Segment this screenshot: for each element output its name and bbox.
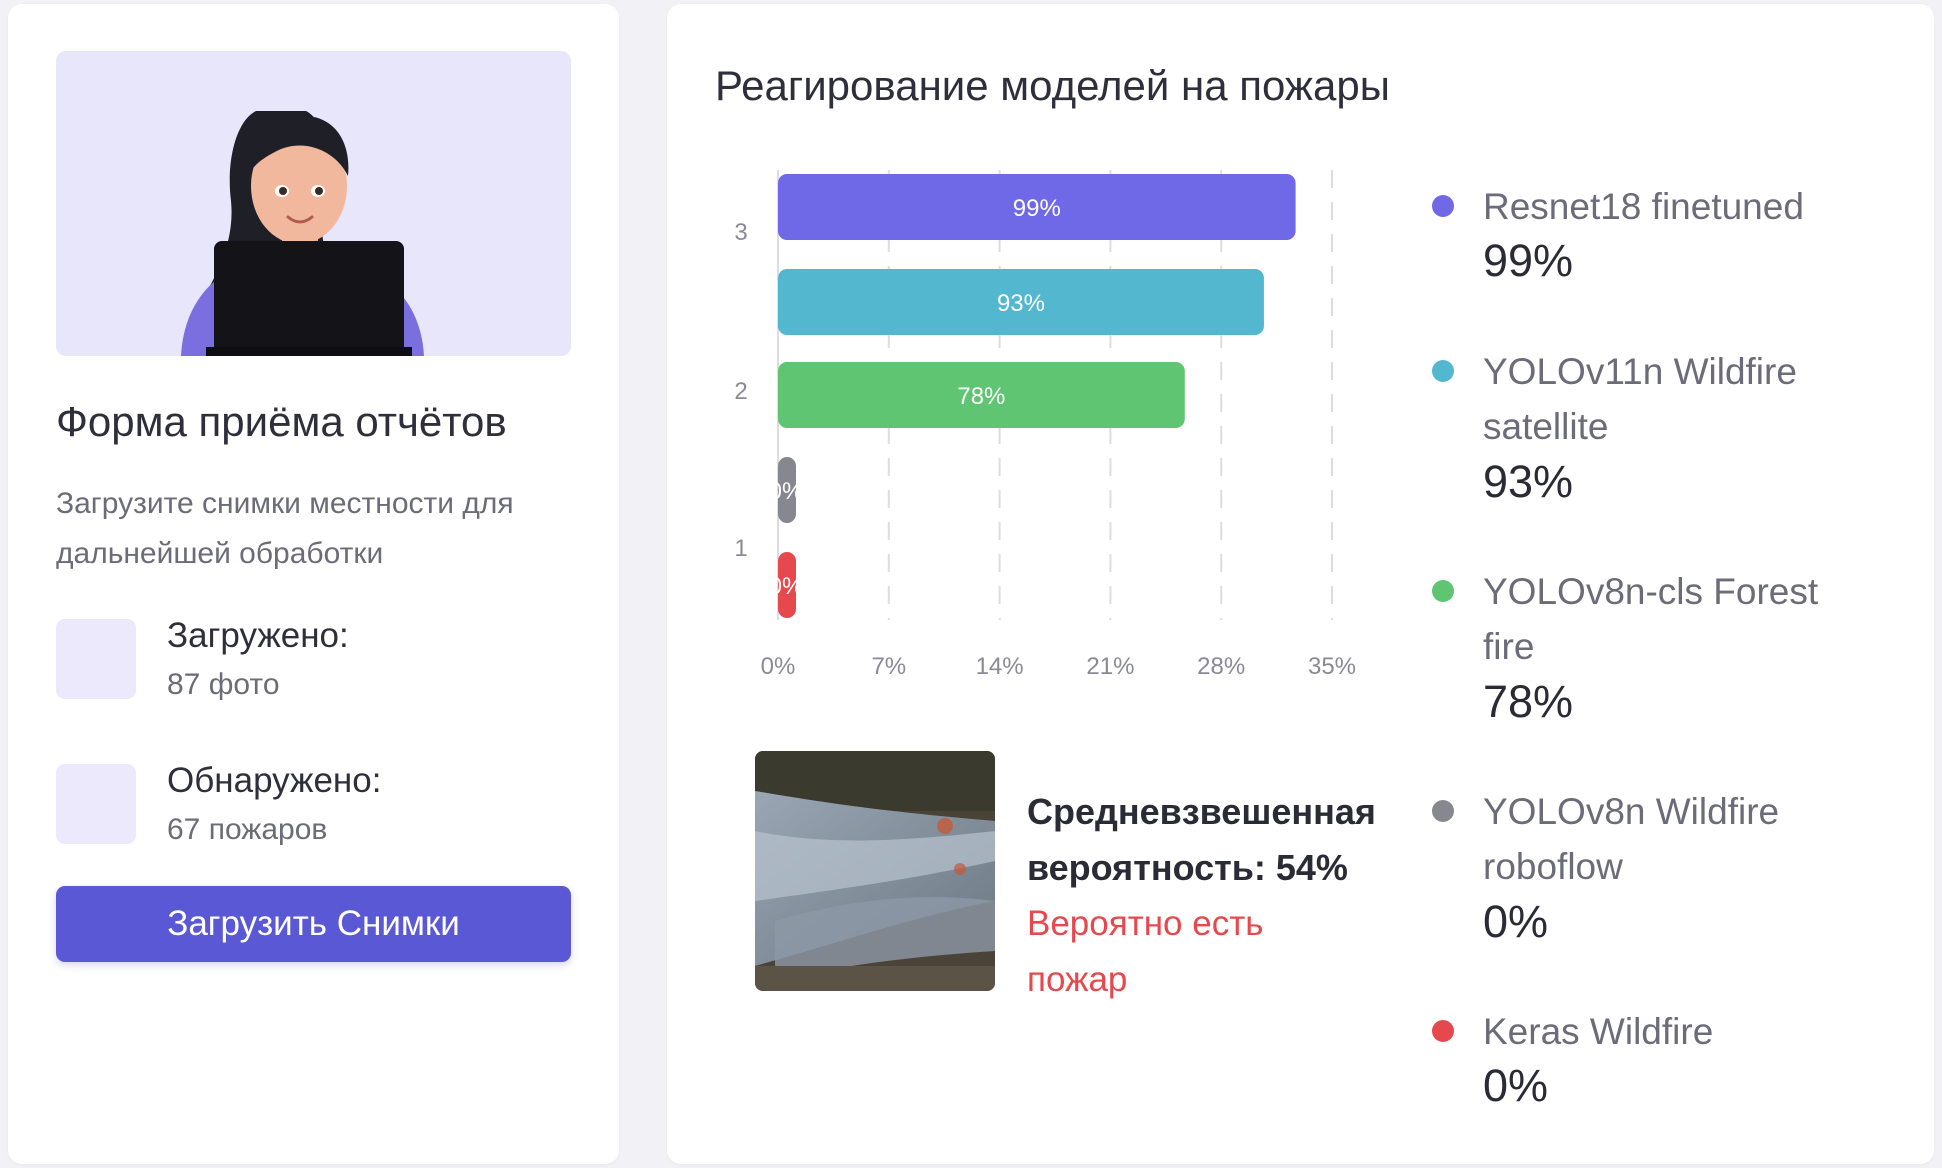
bar-data-label: 0% bbox=[769, 478, 804, 505]
legend-name-resnet18: Resnet18 finetuned bbox=[1483, 186, 1804, 227]
x-tick-label: 7% bbox=[871, 653, 906, 680]
bar-data-label: 0% bbox=[769, 573, 804, 600]
form-subtitle: Загрузите снимки местности для дальнейше… bbox=[56, 487, 514, 570]
legend-dot-yolov8n-roboflow bbox=[1432, 800, 1454, 822]
legend-dot-keras bbox=[1432, 1020, 1454, 1042]
detected-stat-icon bbox=[56, 764, 136, 844]
x-tick-label: 0% bbox=[761, 653, 796, 680]
report-form-card: Форма приёма отчётов Загрузите снимки ме… bbox=[8, 4, 619, 1164]
y-tick-label: 3 bbox=[734, 219, 747, 246]
legend-value-yolov11n: 93% bbox=[1483, 456, 1574, 507]
x-tick-label: 35% bbox=[1308, 653, 1356, 680]
woman-with-laptop-icon bbox=[181, 111, 424, 356]
legend-name-yolov11n: YOLOv11n Wildfire satellite bbox=[1483, 351, 1797, 447]
bar-data-label: 93% bbox=[997, 290, 1045, 317]
form-title: Форма приёма отчётов bbox=[56, 398, 507, 445]
legend-value-yolov8n-cls: 78% bbox=[1483, 676, 1574, 727]
y-tick-label: 2 bbox=[734, 378, 747, 405]
legend-value-yolov8n-roboflow: 0% bbox=[1483, 896, 1549, 947]
x-tick-label: 21% bbox=[1086, 653, 1134, 680]
detected-label: Обнаружено: bbox=[167, 761, 382, 800]
bar-data-label: 99% bbox=[1013, 195, 1061, 222]
fire-status-text: Вероятно есть пожар bbox=[1027, 904, 1264, 999]
legend-dot-yolov11n bbox=[1432, 360, 1454, 382]
legend-value-resnet18: 99% bbox=[1483, 235, 1574, 286]
model-response-card: Реагирование моделей на пожары 0% 7% 14% 21… bbox=[667, 4, 1934, 1164]
y-tick-label: 1 bbox=[734, 535, 747, 562]
model-bar-chart: 0% 7% 14% 21% 28% 35% 3 2 1 99% 93% 78% 0% 0% bbox=[734, 170, 1356, 680]
uploaded-label: Загружено: bbox=[167, 616, 349, 655]
satellite-image-icon bbox=[755, 751, 995, 991]
legend-name-yolov8n-cls: YOLOv8n-cls Forest fire bbox=[1483, 571, 1819, 667]
hero-illustration bbox=[56, 51, 571, 356]
upload-images-button[interactable]: Загрузить Снимки bbox=[56, 886, 571, 962]
weighted-probability-label: Средневзвешенная вероятность: 54% bbox=[1027, 791, 1376, 888]
legend-name-yolov8n-roboflow: YOLOv8n Wildfire roboflow bbox=[1483, 791, 1780, 887]
legend-value-keras: 0% bbox=[1483, 1060, 1549, 1111]
legend-dot-yolov8n-cls bbox=[1432, 580, 1454, 602]
legend-name-keras: Keras Wildfire bbox=[1483, 1011, 1714, 1052]
satellite-fire-thumbnail bbox=[755, 751, 995, 991]
x-tick-label: 28% bbox=[1197, 653, 1245, 680]
x-tick-label: 14% bbox=[976, 653, 1024, 680]
legend-dot-resnet18 bbox=[1432, 195, 1454, 217]
uploaded-value: 87 фото bbox=[167, 668, 280, 701]
detected-value: 67 пожаров bbox=[167, 813, 328, 846]
uploaded-stat-icon bbox=[56, 619, 136, 699]
bar-data-label: 78% bbox=[957, 383, 1005, 410]
